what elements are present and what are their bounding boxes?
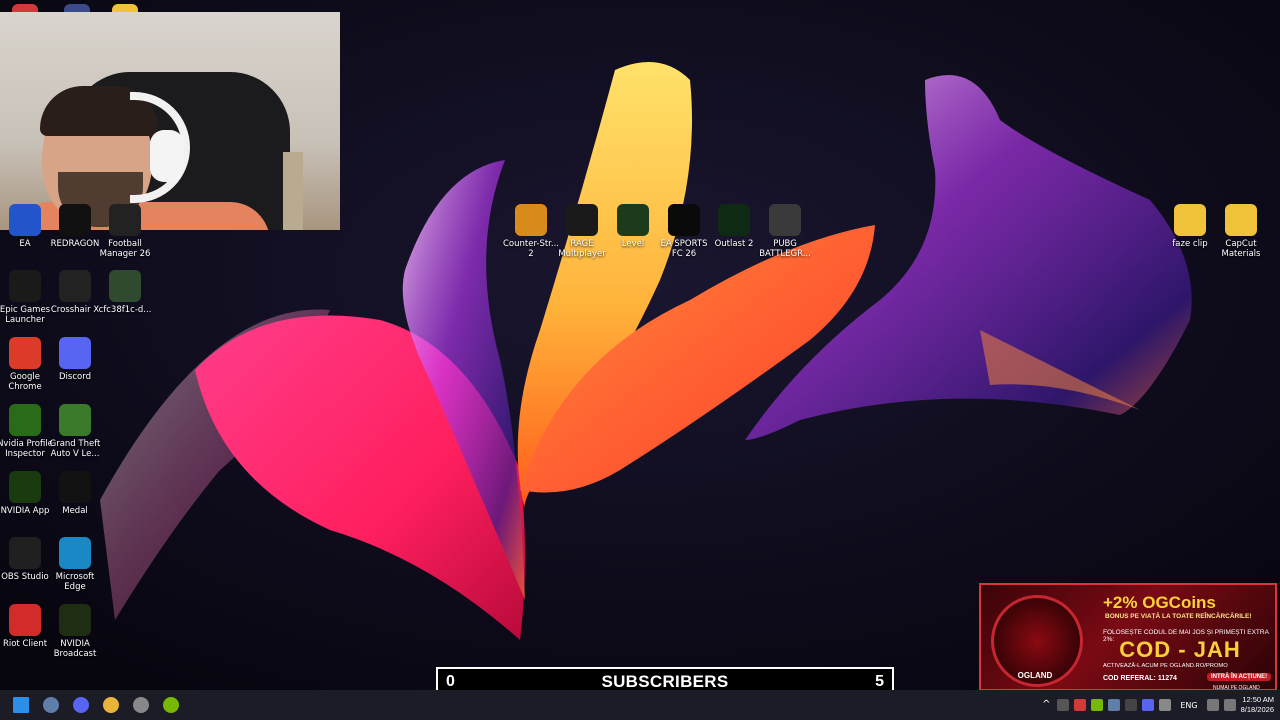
windows-start-icon (13, 697, 29, 713)
clock[interactable]: 12:50 AM 8/18/2026 (1241, 695, 1274, 715)
tray-app-icon[interactable] (1057, 699, 1070, 711)
nvidia-broadcast-icon (163, 697, 179, 713)
redragon-icon (59, 204, 91, 236)
chrome-icon (9, 337, 41, 369)
level-icon (617, 204, 649, 236)
obs-studio-icon (9, 537, 41, 569)
football-manager-icon (109, 204, 141, 236)
promo-code: COD - JAH (1119, 637, 1241, 662)
promo-ref-label: COD REFERAL: (1103, 675, 1156, 682)
gta-v-icon (59, 404, 91, 436)
chrome-icon (103, 697, 119, 713)
desktop-icon-label: NVIDIA Broadcast (53, 639, 97, 659)
clock-date: 8/18/2026 (1240, 705, 1274, 714)
desktop-icon-label: Medal (62, 506, 88, 516)
taskbar-chrome-button[interactable] (96, 690, 126, 720)
network-icon[interactable] (1206, 699, 1219, 711)
desktop-icon-pubg[interactable]: PUBG BATTLEGR... (755, 204, 815, 259)
steam-icon (43, 697, 59, 713)
subscriber-goal: 5 (875, 673, 884, 690)
tray-mic-icon[interactable] (1125, 699, 1138, 711)
promo-ref-value: 11274 (1157, 675, 1177, 682)
ea-fc26-icon (668, 204, 700, 236)
crosshair-x-icon (59, 270, 91, 302)
desktop-icon-label: Football Manager 26 (99, 239, 151, 259)
promo-activate: ACTIVEAZĂ-L ACUM PE OGLAND.RO/PROMO (1103, 663, 1228, 669)
promo-banner: OGLAND +2% OGCoins BONUS PE VIAȚĂ LA TOA… (979, 583, 1277, 691)
clock-time: 12:50 AM (1242, 695, 1274, 704)
promo-cta: INTRĂ ÎN ACȚIUNE! (1207, 673, 1272, 681)
pubg-icon (769, 204, 801, 236)
ea-icon (9, 204, 41, 236)
image-file-icon (109, 270, 141, 302)
promo-headline: +2% OGCoins (1103, 593, 1216, 612)
desktop-icon-folder[interactable]: CapCut Materials (1211, 204, 1271, 259)
desktop-icon-label: Grand Theft Auto V Le... (49, 439, 101, 459)
desktop-icon-football-manager[interactable]: Football Manager 26 (95, 204, 155, 259)
desktop-icon-discord[interactable]: Discord (45, 337, 105, 382)
desktop-icon-medal[interactable]: Medal (45, 471, 105, 516)
webcam-overlay (0, 12, 340, 230)
tray-nvidia-icon[interactable] (1091, 699, 1104, 711)
language-indicator[interactable]: ENG (1180, 701, 1197, 710)
taskbar: ^ ENG 12:50 AM 8/18/2026 (0, 690, 1280, 720)
promo-subline: BONUS PE VIAȚĂ LA TOATE REÎNCĂRCĂRILE! (1105, 613, 1252, 620)
riot-client-icon (9, 604, 41, 636)
tray-steam-icon[interactable] (1108, 699, 1121, 711)
desktop-icon-nvidia-broadcast[interactable]: NVIDIA Broadcast (45, 604, 105, 659)
folder-icon (1174, 204, 1206, 236)
volume-icon[interactable] (1223, 699, 1236, 711)
top-partial-icons (0, 0, 340, 12)
taskbar-discord-button[interactable] (66, 690, 96, 720)
discord-icon (73, 697, 89, 713)
outlast-2-icon (718, 204, 750, 236)
desktop-icon-edge[interactable]: Microsoft Edge (45, 537, 105, 592)
edge-icon (59, 537, 91, 569)
cs2-icon (515, 204, 547, 236)
rage-mp-icon (566, 204, 598, 236)
desktop-icon-label: PUBG BATTLEGR... (759, 239, 811, 259)
taskbar-steam-button[interactable] (36, 690, 66, 720)
desktop-icon-label: Microsoft Edge (55, 572, 95, 592)
taskbar-obs-button[interactable] (126, 690, 156, 720)
nvidia-app-icon (9, 471, 41, 503)
tray-discord-icon[interactable] (1142, 699, 1155, 711)
subscriber-title: SUBSCRIBERS (601, 672, 729, 691)
folder-icon (1225, 204, 1257, 236)
desktop-icon-label: CapCut Materials (1221, 239, 1261, 259)
nvidia-profile-inspector-icon (9, 404, 41, 436)
system-tray: ^ ENG 12:50 AM 8/18/2026 (1040, 690, 1280, 720)
promo-brand: OGLAND (1017, 671, 1053, 680)
nvidia-broadcast-icon (59, 604, 91, 636)
obs-icon (133, 697, 149, 713)
taskbar-windows-start-button[interactable] (6, 690, 36, 720)
discord-icon (59, 337, 91, 369)
epic-games-icon (9, 270, 41, 302)
desktop-icon-label: Discord (59, 372, 91, 382)
medal-icon (59, 471, 91, 503)
tray-app-icon[interactable] (1159, 699, 1172, 711)
chevron-up-icon[interactable]: ^ (1040, 699, 1052, 711)
taskbar-nvidia-broadcast-button[interactable] (156, 690, 186, 720)
desktop-icon-image-file[interactable]: cfc38f1c-d... (95, 270, 155, 315)
promo-referral: COD REFERAL: 11274 (1103, 675, 1177, 682)
desktop-icon-label: cfc38f1c-d... (98, 305, 152, 315)
tray-app-icon[interactable] (1074, 699, 1087, 711)
subscriber-start: 0 (446, 673, 455, 690)
desktop-icon-gta-v[interactable]: Grand Theft Auto V Le... (45, 404, 105, 459)
